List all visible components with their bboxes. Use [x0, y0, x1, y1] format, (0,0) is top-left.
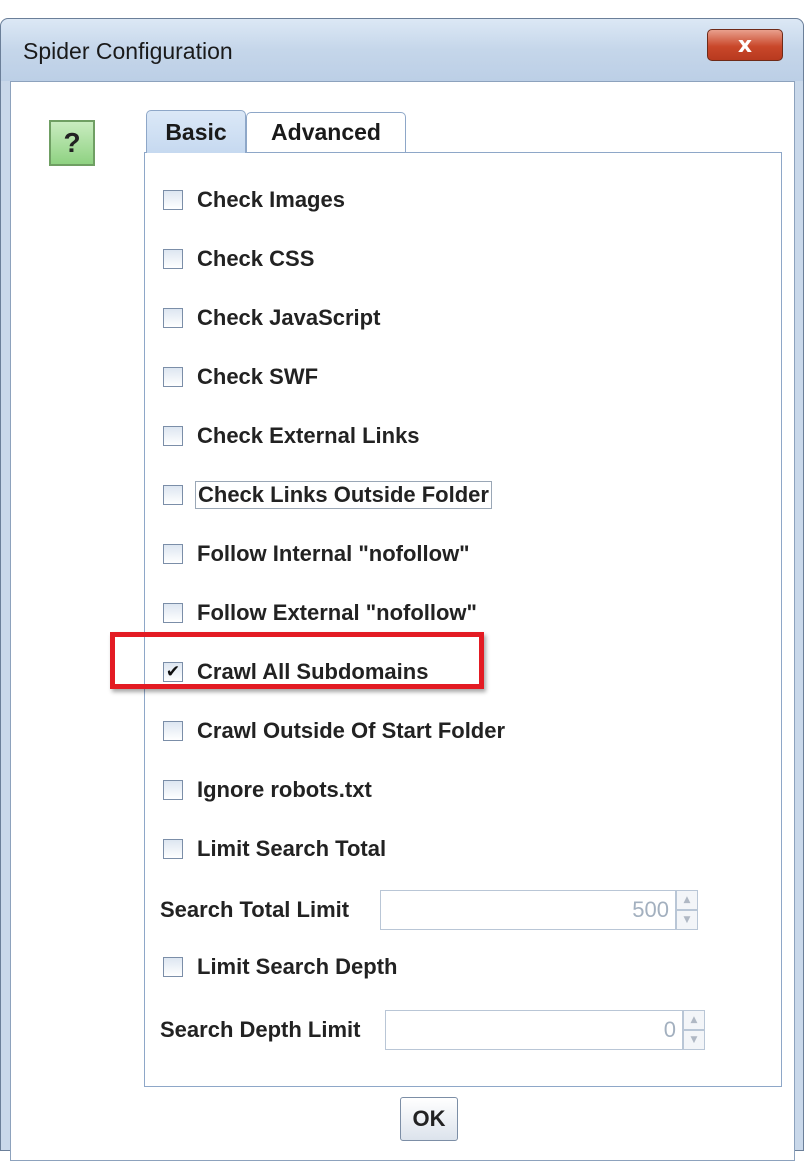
option-label: Check External Links: [197, 423, 420, 448]
option-label: Follow External "nofollow": [197, 600, 477, 625]
window-title: Spider Configuration: [23, 38, 233, 64]
ok-button[interactable]: OK: [400, 1097, 458, 1141]
option-crawl-outside-start-folder[interactable]: Crawl Outside Of Start Folder: [163, 716, 507, 746]
option-ignore-robots-txt[interactable]: Ignore robots.txt: [163, 775, 374, 805]
search-total-limit-spinner[interactable]: 500 ▲ ▼: [380, 890, 698, 930]
option-label: Check SWF: [197, 364, 319, 389]
checkbox[interactable]: [163, 544, 183, 564]
option-follow-external-nofollow[interactable]: Follow External "nofollow": [163, 598, 479, 628]
checkbox[interactable]: [163, 603, 183, 623]
option-label: Check CSS: [197, 246, 315, 271]
close-button[interactable]: x: [707, 29, 783, 61]
checkbox[interactable]: [163, 780, 183, 800]
spin-up-icon[interactable]: ▲: [676, 890, 698, 910]
help-button[interactable]: ?: [49, 120, 95, 166]
checkbox[interactable]: [163, 190, 183, 210]
option-follow-internal-nofollow[interactable]: Follow Internal "nofollow": [163, 539, 472, 569]
search-depth-limit-label: Search Depth Limit: [160, 1017, 361, 1042]
tab-advanced[interactable]: Advanced: [246, 112, 406, 152]
option-check-swf[interactable]: Check SWF: [163, 362, 320, 392]
tab-basic[interactable]: Basic: [146, 110, 246, 153]
checkbox[interactable]: [163, 249, 183, 269]
option-label: Ignore robots.txt: [197, 777, 372, 802]
checkbox[interactable]: [163, 957, 183, 977]
option-label: Crawl Outside Of Start Folder: [197, 718, 506, 743]
option-label: Follow Internal "nofollow": [197, 541, 470, 566]
checkbox[interactable]: [163, 839, 183, 859]
basic-tab-panel: Check Images Check CSS Check JavaScript …: [144, 152, 782, 1087]
check-mark-icon: ✔: [165, 661, 181, 682]
spinner-buttons: ▲ ▼: [683, 1010, 705, 1050]
option-check-javascript[interactable]: Check JavaScript: [163, 303, 382, 333]
spin-down-icon[interactable]: ▼: [683, 1030, 705, 1050]
search-total-limit-row: Search Total Limit: [160, 888, 349, 932]
checkbox[interactable]: [163, 308, 183, 328]
search-total-limit-label: Search Total Limit: [160, 897, 350, 922]
spin-down-icon[interactable]: ▼: [676, 910, 698, 930]
spinner-buttons: ▲ ▼: [676, 890, 698, 930]
checkbox-checked[interactable]: ✔: [163, 662, 183, 682]
spin-up-icon[interactable]: ▲: [683, 1010, 705, 1030]
close-icon: x: [737, 32, 753, 58]
spider-configuration-dialog: Spider Configuration x ? Basic Advanced …: [0, 18, 804, 1161]
option-label: Crawl All Subdomains: [197, 659, 429, 684]
option-check-links-outside-folder[interactable]: Check Links Outside Folder: [163, 480, 492, 510]
option-limit-search-depth[interactable]: Limit Search Depth: [163, 952, 399, 982]
search-depth-limit-row: Search Depth Limit: [160, 1008, 360, 1052]
checkbox[interactable]: [163, 426, 183, 446]
search-total-limit-input[interactable]: 500: [380, 890, 676, 930]
option-check-css[interactable]: Check CSS: [163, 244, 316, 274]
checkbox[interactable]: [163, 721, 183, 741]
search-depth-limit-input[interactable]: 0: [385, 1010, 683, 1050]
option-crawl-all-subdomains[interactable]: ✔ Crawl All Subdomains: [163, 657, 430, 687]
option-label: Check Links Outside Folder: [195, 481, 492, 509]
option-label: Check JavaScript: [197, 305, 381, 330]
title-bar: Spider Configuration x: [1, 19, 803, 81]
option-check-external-links[interactable]: Check External Links: [163, 421, 422, 451]
option-check-images[interactable]: Check Images: [163, 185, 347, 215]
dialog-content: ? Basic Advanced Check Images Check CSS …: [10, 81, 795, 1161]
option-label: Check Images: [197, 187, 345, 212]
search-depth-limit-spinner[interactable]: 0 ▲ ▼: [385, 1010, 705, 1050]
option-label: Limit Search Depth: [197, 954, 398, 979]
checkbox[interactable]: [163, 367, 183, 387]
question-icon: ?: [63, 127, 81, 158]
checkbox[interactable]: [163, 485, 183, 505]
option-limit-search-total[interactable]: Limit Search Total: [163, 834, 388, 864]
option-label: Limit Search Total: [197, 836, 387, 861]
